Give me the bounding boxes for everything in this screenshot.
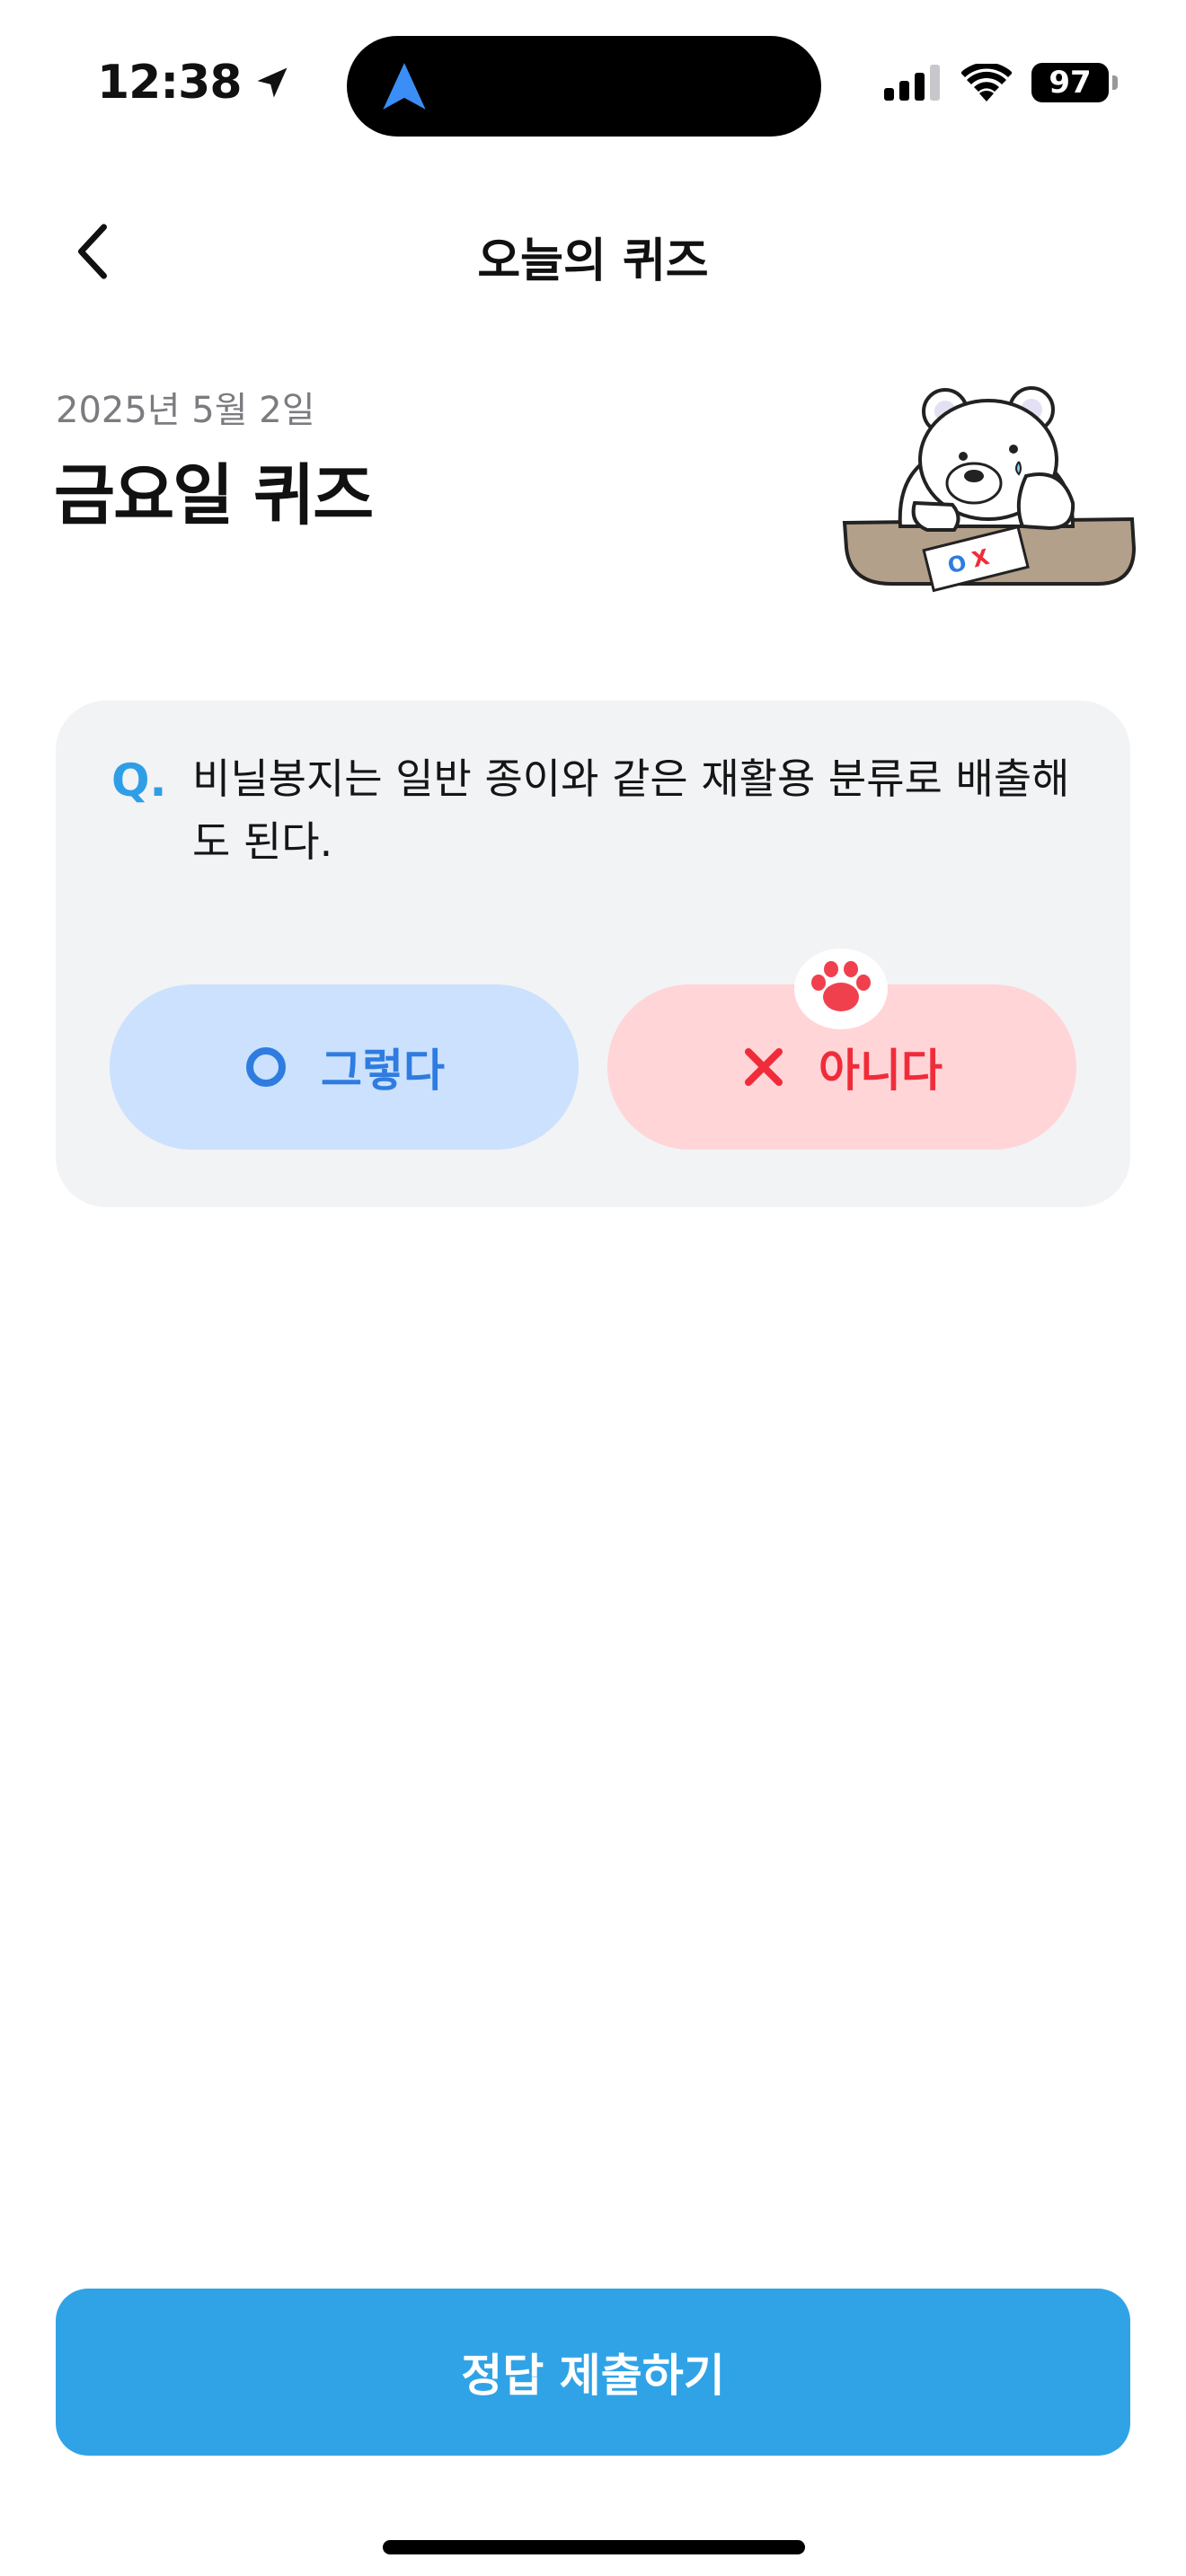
quiz-date: 2025년 5월 2일 xyxy=(56,390,315,431)
bear-mascot-illustration: O X xyxy=(842,386,1137,593)
dynamic-island xyxy=(347,36,821,137)
page-title: 오늘의 퀴즈 xyxy=(477,234,709,288)
battery-icon: 97 xyxy=(1031,63,1118,102)
submit-answer-button[interactable]: 정답 제출하기 xyxy=(56,2289,1130,2456)
question-text: 비닐봉지는 일반 종이와 같은 재활용 분류로 배출해도 된다. xyxy=(192,754,1070,866)
status-time: 12:38 xyxy=(97,56,292,110)
location-arrow-icon xyxy=(257,67,288,98)
question-prefix: Q. xyxy=(111,754,167,807)
answer-yes-button[interactable]: 그렇다 xyxy=(110,984,579,1150)
navigation-icon xyxy=(383,63,426,110)
quiz-screen: 12:38 97 오늘의 퀴즈 2025년 5월 2일 금요일 퀴즈 O X Q… xyxy=(0,0,1186,2576)
status-indicators: 97 xyxy=(884,63,1118,102)
cellular-signal-icon xyxy=(884,65,940,101)
selected-paw-badge xyxy=(794,948,888,1029)
battery-level: 97 xyxy=(1049,65,1092,101)
quiz-day-title: 금요일 퀴즈 xyxy=(54,457,374,534)
circle-o-icon xyxy=(246,1047,286,1087)
answer-no-label: 아니다 xyxy=(819,1045,943,1097)
wifi-icon xyxy=(961,64,1012,101)
cross-x-icon xyxy=(745,1048,783,1086)
status-time-text: 12:38 xyxy=(97,56,243,110)
home-indicator xyxy=(383,2540,805,2554)
question-card: Q. 비닐봉지는 일반 종이와 같은 재활용 분류로 배출해도 된다. 그렇다 … xyxy=(56,701,1130,1207)
paw-icon xyxy=(811,961,871,1011)
answer-yes-label: 그렇다 xyxy=(321,1045,445,1097)
